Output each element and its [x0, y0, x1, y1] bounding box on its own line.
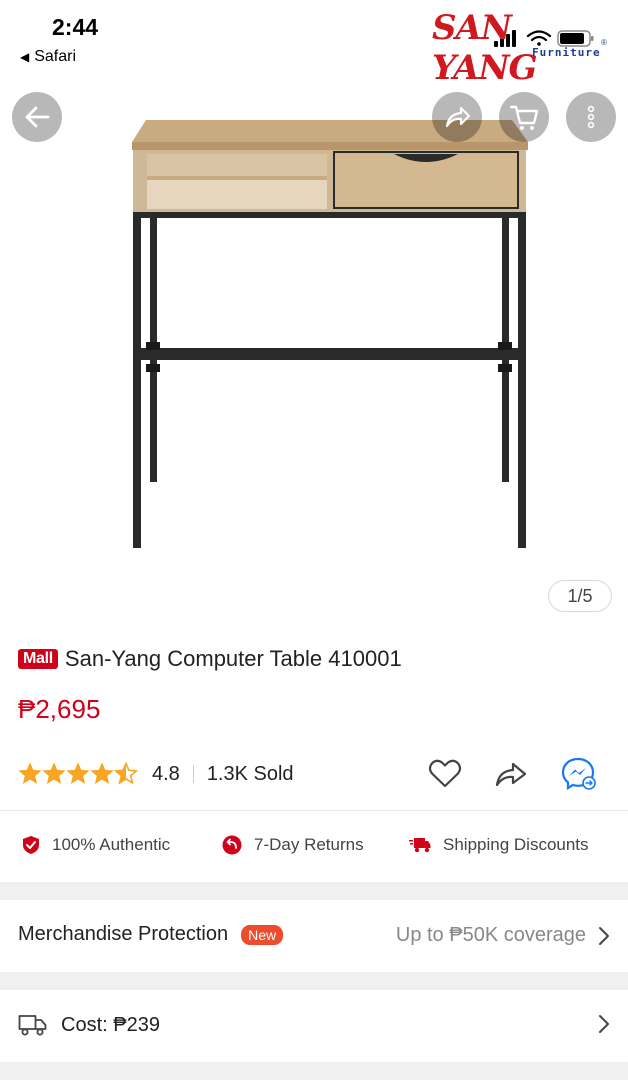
- guarantee-authentic: 100% Authentic: [22, 835, 170, 855]
- image-page-counter: 1/5: [548, 580, 612, 612]
- delivery-truck-icon: [18, 1015, 47, 1036]
- back-triangle-icon: ◀: [20, 50, 30, 64]
- chevron-right-icon: [599, 926, 609, 945]
- shipping-cost-left: Cost: ₱239: [18, 1013, 160, 1037]
- share-arrow-icon: [445, 106, 471, 128]
- half-star-icon: [113, 762, 138, 785]
- arrow-left-icon: [25, 106, 50, 128]
- chevron-right-icon: [599, 1015, 609, 1033]
- shopping-cart-icon: [509, 105, 539, 130]
- guarantee-returns: 7-Day Returns: [222, 835, 364, 855]
- product-price: ₱2,695: [18, 694, 101, 724]
- merchandise-protection-left: Merchandise Protection New: [18, 923, 284, 946]
- guarantee-shipping-label: Shipping Discounts: [443, 835, 589, 854]
- star-icon: [42, 762, 66, 784]
- shield-check-icon: [23, 836, 39, 854]
- status-time: 2:44: [52, 14, 99, 40]
- coverage-text: Up to ₱50K coverage: [395, 924, 586, 946]
- san-yang-logo: SAN YANG Furniture ®: [432, 8, 612, 88]
- star-icon: [90, 762, 114, 784]
- guarantee-shipping: Shipping Discounts: [409, 835, 589, 855]
- merchandise-protection-label: Merchandise Protection: [18, 923, 229, 945]
- back-button[interactable]: [12, 92, 62, 142]
- merchandise-protection-row[interactable]: Merchandise Protection New Up to ₱50K co…: [0, 900, 628, 972]
- back-to-safari-link[interactable]: ◀ Safari: [20, 48, 76, 66]
- sold-count: 1.3K Sold: [206, 762, 294, 785]
- guarantee-returns-label: 7-Day Returns: [254, 835, 364, 854]
- rating-value: 4.8: [152, 762, 180, 785]
- mall-badge: Mall: [18, 649, 58, 669]
- product-image-desk: [132, 120, 528, 548]
- brand-registered-mark: ®: [601, 38, 607, 47]
- product-image-carousel[interactable]: [0, 80, 628, 625]
- shipping-cost-row[interactable]: Cost: ₱239: [0, 990, 628, 1062]
- favorite-button[interactable]: [427, 756, 463, 792]
- section-gap: [0, 882, 628, 900]
- new-badge: New: [241, 924, 284, 945]
- product-title: San-Yang Computer Table 410001: [64, 646, 402, 671]
- share-icon: [495, 762, 527, 787]
- share-product-button[interactable]: [493, 756, 529, 792]
- share-button[interactable]: [432, 92, 482, 142]
- rating-stars: [18, 762, 138, 786]
- section-gap: [0, 972, 628, 990]
- merchandise-protection-right: Up to ₱50K coverage: [396, 924, 610, 947]
- more-vertical-icon: [587, 105, 595, 129]
- more-options-button[interactable]: [566, 92, 616, 142]
- heart-icon: [428, 759, 462, 788]
- back-app-label: Safari: [34, 48, 77, 65]
- truck-icon: [409, 838, 431, 853]
- rating-divider: [192, 765, 194, 783]
- shipping-cost-label: Cost: ₱239: [61, 1013, 160, 1036]
- star-icon: [66, 762, 90, 784]
- shipping-cost-right: [586, 1014, 610, 1034]
- messenger-icon: [561, 757, 596, 790]
- messenger-share-button[interactable]: [561, 756, 597, 792]
- cart-button[interactable]: [499, 92, 549, 142]
- section-gap: [0, 1062, 628, 1080]
- guarantees-bar[interactable]: 100% Authentic 7-Day Returns Shipping Di…: [0, 825, 628, 869]
- return-icon: [222, 835, 242, 855]
- brand-subtitle: Furniture: [532, 46, 601, 59]
- section-divider: [0, 810, 628, 811]
- guarantee-authentic-label: 100% Authentic: [52, 835, 171, 854]
- star-icon: [18, 762, 42, 784]
- product-title-row: Mall San-Yang Computer Table 410001: [18, 646, 402, 672]
